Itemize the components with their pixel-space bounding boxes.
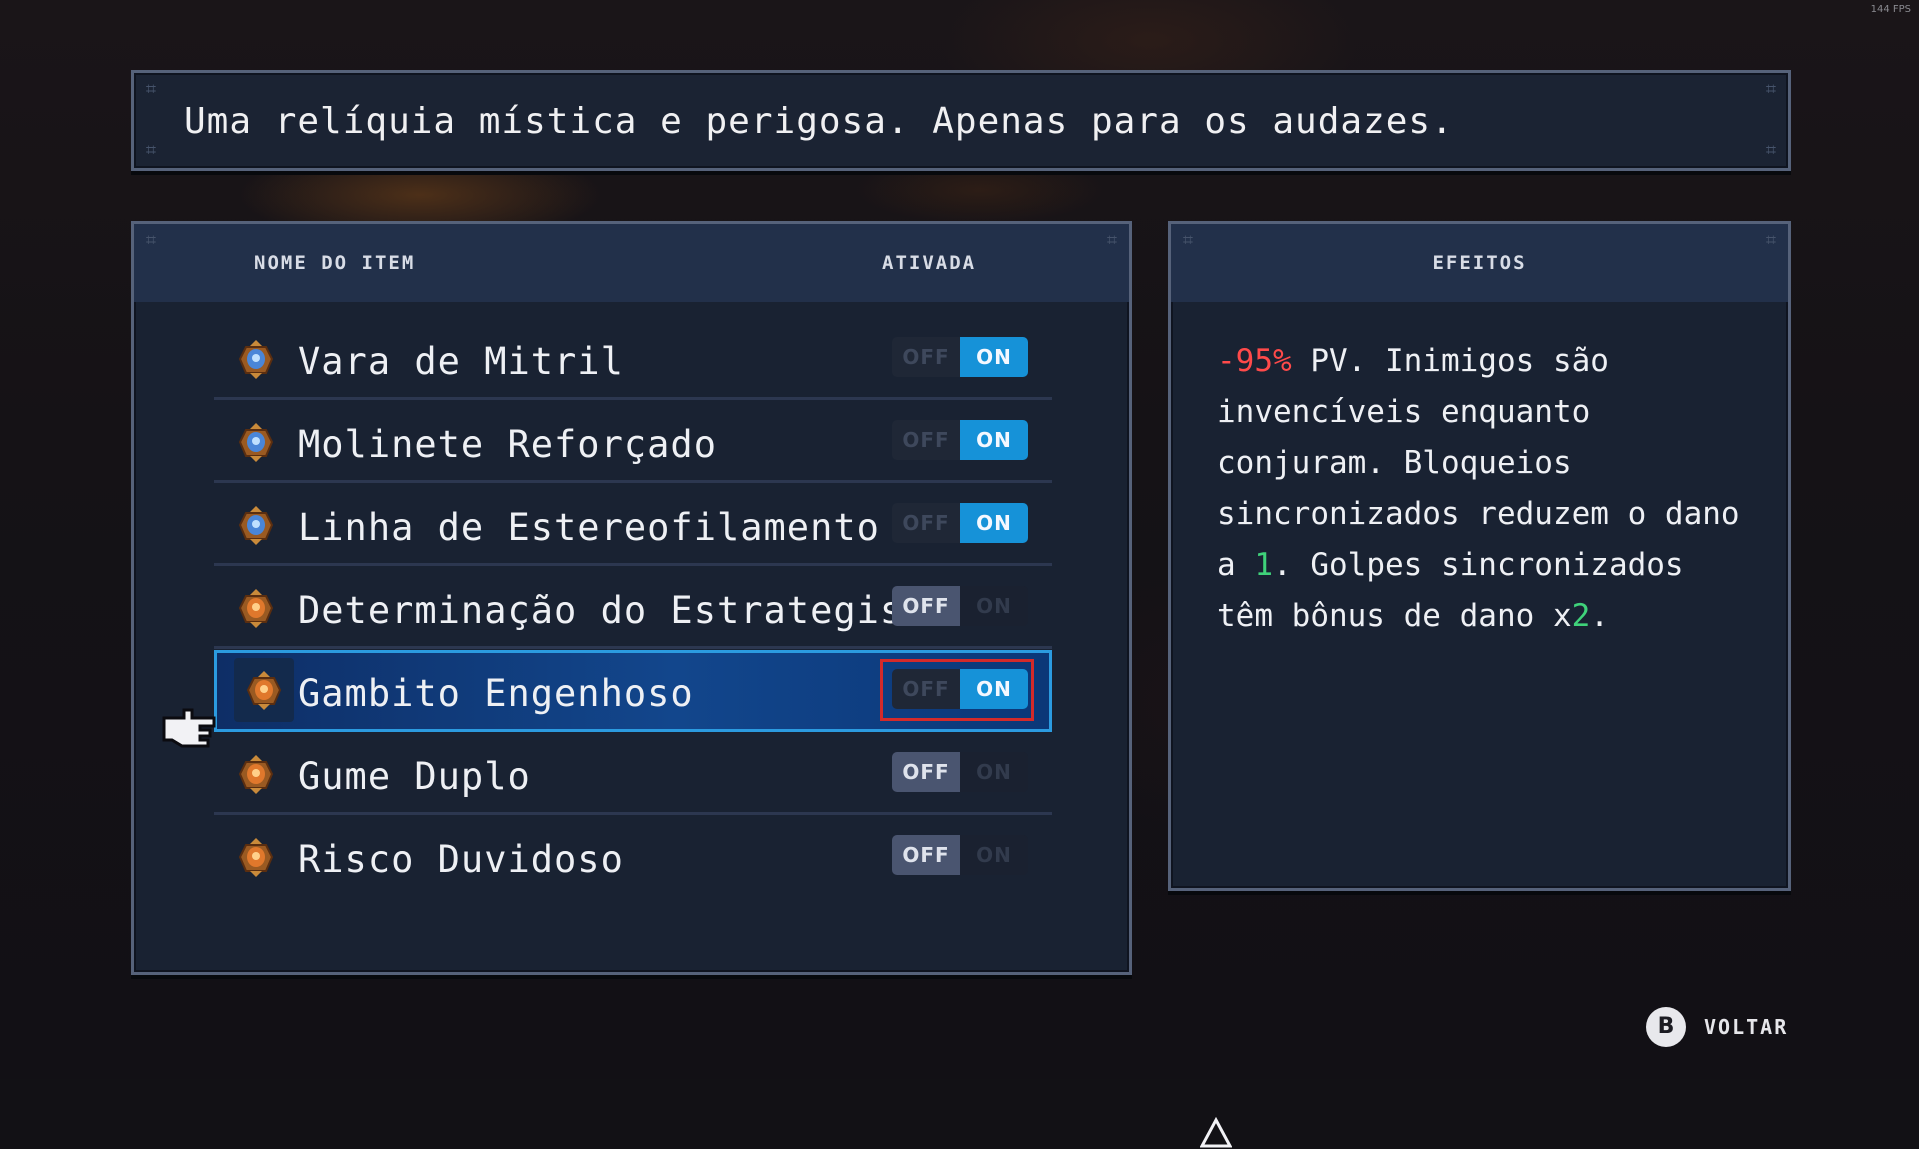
item-label: Gume Duplo: [298, 755, 531, 798]
orange-relic-icon: [234, 658, 294, 722]
corner-ornament-icon: ⌗: [145, 140, 157, 161]
item-row[interactable]: Risco Duvidoso OFF ON: [214, 816, 1052, 898]
item-label: Molinete Reforçado: [298, 423, 717, 466]
b-button-icon: B: [1646, 1007, 1686, 1047]
toggle-on-option[interactable]: ON: [960, 835, 1028, 875]
blue-relic-icon: [234, 337, 278, 381]
item-label: Vara de Mitril: [298, 340, 624, 383]
effects-description: -95% PV. Inimigos são invencíveis enquan…: [1217, 336, 1757, 642]
on-off-toggle[interactable]: OFF ON: [892, 503, 1028, 543]
orange-relic-icon: [234, 586, 278, 630]
toggle-on-option[interactable]: ON: [960, 503, 1028, 543]
orange-relic-icon: [234, 835, 278, 879]
corner-ornament-icon: ⌗: [1106, 230, 1118, 251]
items-panel: ⌗ ⌗ NOME DO ITEM ATIVADA Vara de Mitril O…: [131, 221, 1232, 1148]
items-panel-header: ⌗ ⌗ NOME DO ITEM ATIVADA: [134, 224, 1129, 302]
on-off-toggle[interactable]: OFF ON: [892, 337, 1028, 377]
blue-relic-icon: [234, 503, 278, 547]
toggle-on-option[interactable]: ON: [960, 337, 1028, 377]
effect-text: .: [1590, 598, 1609, 634]
on-off-toggle[interactable]: OFF ON: [892, 420, 1028, 460]
back-label: VOLTAR: [1704, 1015, 1789, 1039]
effects-panel-header: ⌗ ⌗ EFEITOS: [1171, 224, 1788, 302]
corner-ornament-icon: ⌗: [1182, 230, 1194, 251]
fps-counter: 144 FPS: [1870, 4, 1911, 15]
pointer-hand-icon: [162, 708, 216, 748]
toggle-off-option[interactable]: OFF: [892, 503, 960, 543]
toggle-off-option[interactable]: OFF: [892, 420, 960, 460]
scroll-up-triangle-icon[interactable]: [1200, 1117, 1232, 1149]
column-header-name: NOME DO ITEM: [254, 252, 416, 274]
corner-ornament-icon: ⌗: [1765, 140, 1777, 161]
toggle-on-option[interactable]: ON: [960, 586, 1028, 626]
item-description: Uma relíquia mística e perigosa. Apenas …: [184, 101, 1454, 142]
orange-relic-icon: [234, 752, 278, 796]
column-header-active: ATIVADA: [882, 252, 977, 274]
description-panel: ⌗ ⌗ ⌗ ⌗ Uma relíquia mística e perigosa.…: [131, 70, 1791, 171]
on-off-toggle[interactable]: OFF ON: [892, 835, 1028, 875]
corner-ornament-icon: ⌗: [145, 79, 157, 100]
toggle-off-option[interactable]: OFF: [892, 586, 960, 626]
effect-text: . Golpes sincronizados têm bônus de dano…: [1217, 547, 1684, 634]
effect-block-damage-value: 1: [1254, 547, 1273, 583]
effects-header: EFEITOS: [1432, 252, 1527, 274]
on-off-toggle[interactable]: OFF ON: [892, 752, 1028, 792]
on-off-toggle[interactable]: OFF ON: [892, 586, 1028, 626]
item-label: Determinação do Estrategista: [298, 589, 950, 632]
toggle-off-option[interactable]: OFF: [892, 835, 960, 875]
corner-ornament-icon: ⌗: [1765, 79, 1777, 100]
toggle-off-option[interactable]: OFF: [892, 337, 960, 377]
item-row[interactable]: Gume Duplo OFF ON: [214, 733, 1052, 815]
item-row[interactable]: Gambito Engenhoso OFF ON: [214, 650, 1052, 732]
item-label: Gambito Engenhoso: [298, 672, 694, 715]
item-label: Risco Duvidoso: [298, 838, 624, 881]
back-button[interactable]: B VOLTAR: [1646, 1005, 1788, 1049]
toggle-on-option[interactable]: ON: [960, 420, 1028, 460]
corner-ornament-icon: ⌗: [145, 230, 157, 251]
item-row[interactable]: Determinação do Estrategista OFF ON: [214, 567, 1052, 649]
item-label: Linha de Estereofilamento: [298, 506, 880, 549]
effect-hp-penalty: -95%: [1217, 343, 1292, 379]
effects-panel: ⌗ ⌗ EFEITOS -95% PV. Inimigos são invenc…: [1168, 221, 1791, 891]
item-row[interactable]: Vara de Mitril OFF ON: [214, 318, 1052, 400]
toggle-focus-highlight: [880, 659, 1034, 721]
item-row[interactable]: Molinete Reforçado OFF ON: [214, 401, 1052, 483]
item-row[interactable]: Linha de Estereofilamento OFF ON: [214, 484, 1052, 566]
toggle-off-option[interactable]: OFF: [892, 752, 960, 792]
effect-damage-multiplier: 2: [1571, 598, 1591, 634]
blue-relic-icon: [234, 420, 278, 464]
corner-ornament-icon: ⌗: [1765, 230, 1777, 251]
toggle-on-option[interactable]: ON: [960, 752, 1028, 792]
